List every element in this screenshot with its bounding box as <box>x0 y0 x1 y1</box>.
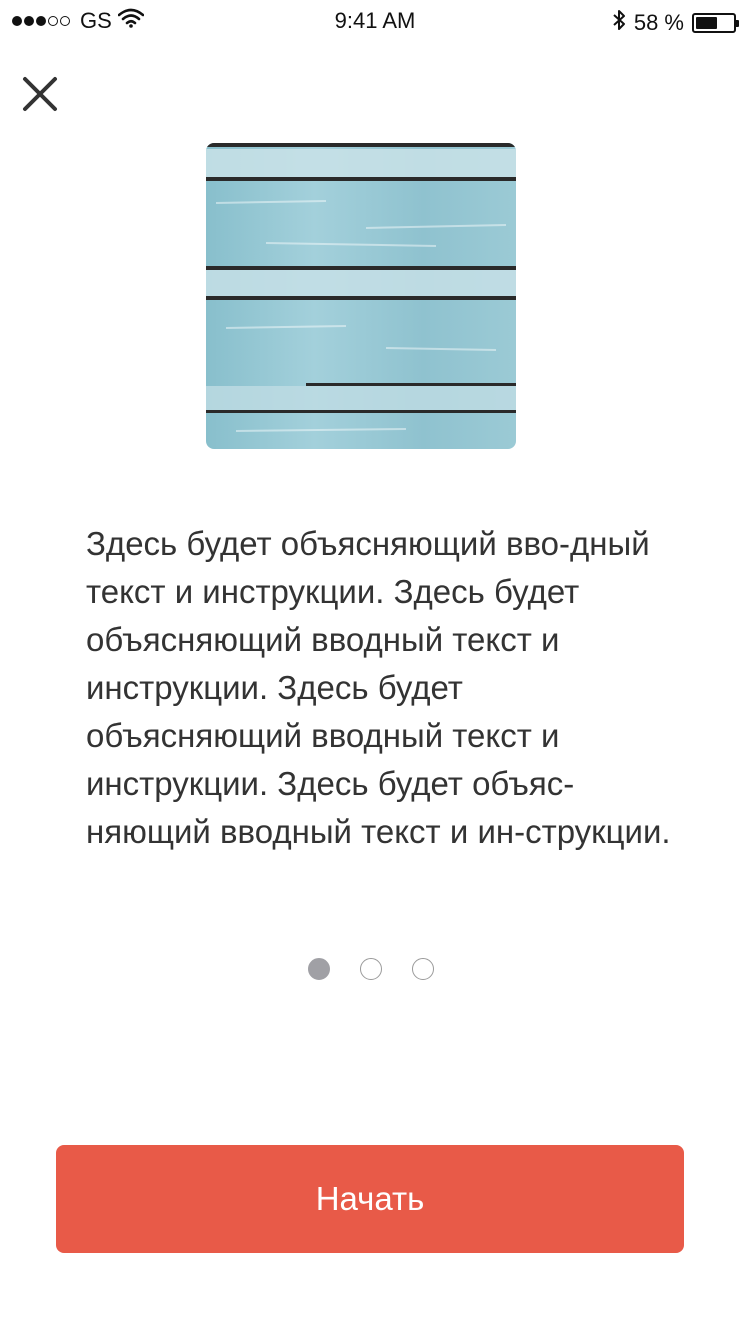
intro-text: Здесь будет объясняющий вво-дный текст и… <box>86 525 671 850</box>
close-icon <box>23 77 57 111</box>
battery-fill <box>696 17 717 29</box>
battery-cap <box>736 20 739 27</box>
battery-percent: 58 % <box>633 10 684 35</box>
status-right: 58 % <box>612 8 739 38</box>
bluetooth-icon <box>612 8 626 38</box>
page-dot[interactable] <box>412 958 434 980</box>
status-bar: GS 9:41 AM 58 % <box>0 0 750 40</box>
hero-image <box>206 143 516 449</box>
wood-planks-image <box>206 143 516 449</box>
battery-icon <box>692 13 739 33</box>
close-button[interactable] <box>18 72 62 116</box>
page-dot[interactable] <box>308 958 330 980</box>
start-button[interactable]: Начать <box>56 1145 684 1253</box>
page-indicator <box>308 958 434 980</box>
page-dot[interactable] <box>360 958 382 980</box>
